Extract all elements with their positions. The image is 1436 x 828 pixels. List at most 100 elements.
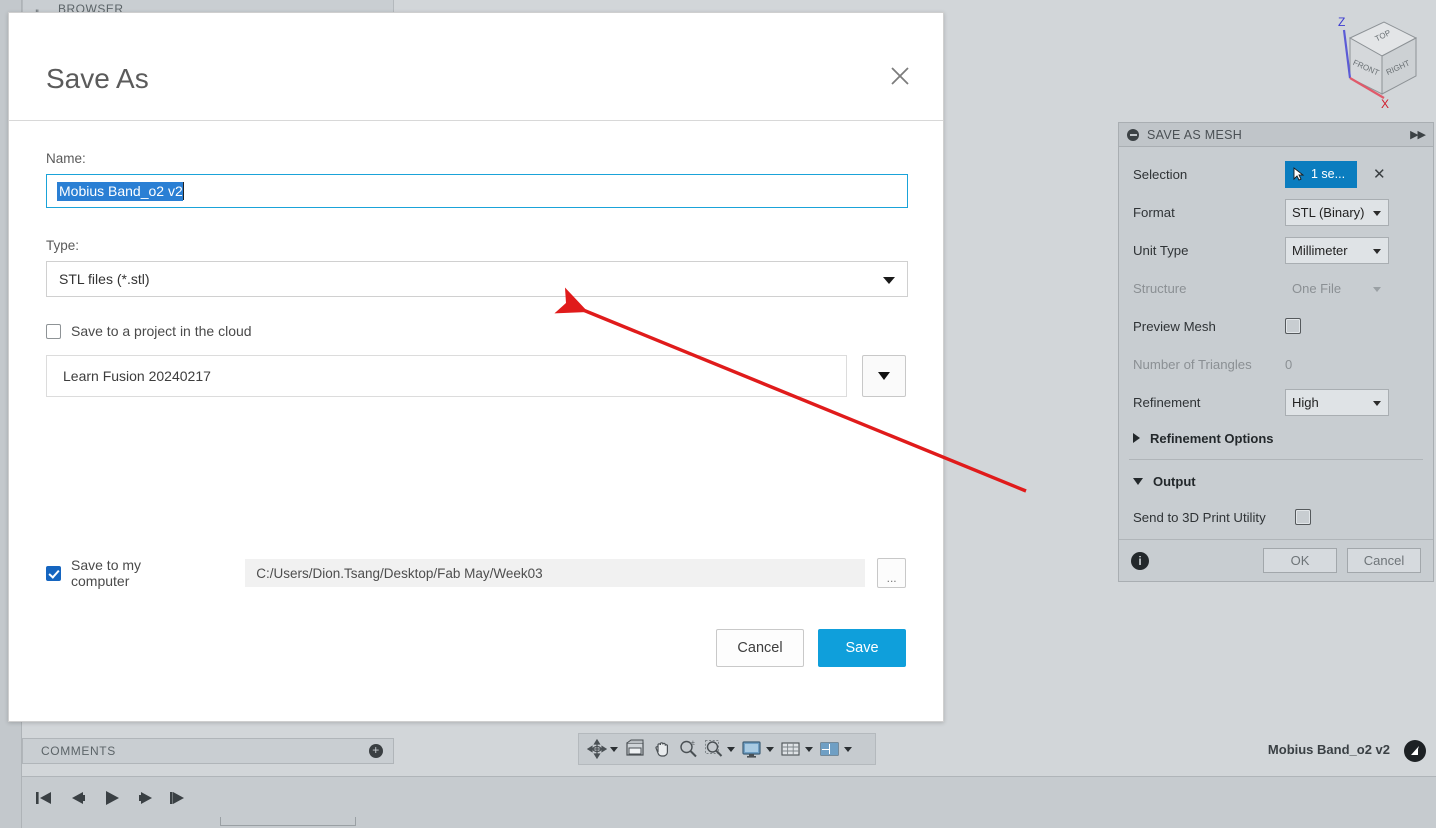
structure-select: One File [1285,275,1389,302]
mesh-row-preview-mesh: Preview Mesh [1119,307,1433,345]
step-back-icon[interactable] [68,789,88,812]
dialog-body: Name: Mobius Band_o2 v2 Type: STL files … [9,151,943,667]
mesh-ok-button[interactable]: OK [1263,548,1337,573]
chevron-down-icon [844,746,852,752]
mesh-row-unit-type: Unit Type Millimeter [1119,231,1433,269]
computer-save-checkbox[interactable] [46,565,61,581]
name-field-label: Name: [46,151,86,166]
project-field[interactable]: Learn Fusion 20240217 [46,355,848,397]
format-select[interactable]: STL (Binary) [1285,198,1389,226]
path-field[interactable]: C:/Users/Dion.Tsang/Desktop/Fab May/Week… [245,559,866,587]
refinement-options-section[interactable]: Refinement Options [1119,421,1433,455]
viewcube-axis-z: Z [1338,15,1345,29]
mesh-row-send-3d: Send to 3D Print Utility [1119,498,1433,536]
chevron-down-icon [1373,210,1381,216]
type-select-value: STL files (*.stl) [59,271,150,287]
play-icon[interactable] [102,789,122,812]
mesh-label-selection: Selection [1133,166,1188,182]
unit-type-select[interactable]: Millimeter [1285,236,1389,264]
add-comment-icon[interactable]: + [369,744,383,758]
chevron-down-icon [1373,248,1381,254]
dialog-actions: Cancel Save [46,629,906,667]
dialog-header: Save As [9,13,943,121]
step-forward-icon[interactable] [136,789,156,812]
mesh-label-format: Format [1133,204,1175,220]
structure-value: One File [1292,280,1342,296]
dialog-title: Save As [46,63,149,94]
clear-selection-icon[interactable]: ✕ [1373,165,1386,183]
unit-type-value: Millimeter [1292,242,1348,258]
navigation-toolbar: ± [578,733,876,765]
cloud-save-row[interactable]: Save to a project in the cloud [46,323,906,339]
zoom-window-icon[interactable] [702,739,737,759]
view-cube[interactable]: TOP FRONT RIGHT Z X [1316,8,1428,118]
viewport-layout-icon[interactable] [817,739,854,759]
comments-panel[interactable]: COMMENTS + [22,738,394,764]
save-as-mesh-panel: SAVE AS MESH ▶▶ Selection 1 se... ✕ Form… [1118,122,1434,582]
chevron-down-icon [1133,477,1143,485]
mesh-row-format: Format STL (Binary) [1119,193,1433,231]
look-at-icon[interactable] [622,739,648,759]
refinement-value: High [1292,394,1319,410]
go-to-end-icon[interactable] [170,789,190,812]
browse-folder-button[interactable]: ... [877,558,906,588]
send-3d-checkbox[interactable] [1295,509,1311,525]
project-row: Learn Fusion 20240217 [46,355,906,397]
computer-save-label: Save to my computer [71,557,142,589]
cancel-button[interactable]: Cancel [716,629,804,667]
mesh-panel-header[interactable]: SAVE AS MESH ▶▶ [1119,123,1433,147]
svg-text:±: ± [691,740,695,747]
name-input[interactable]: Mobius Band_o2 v2 [46,174,908,208]
mesh-label-structure: Structure [1133,280,1187,296]
chevron-down-icon [883,277,895,284]
mesh-cancel-button[interactable]: Cancel [1347,548,1421,573]
chevron-right-icon [1133,433,1140,443]
mesh-row-selection: Selection 1 se... ✕ [1119,155,1433,193]
chevron-down-icon [727,746,735,752]
comments-label: COMMENTS [41,744,116,758]
mesh-label-unit-type: Unit Type [1133,242,1189,258]
name-input-value: Mobius Band_o2 v2 [57,181,183,201]
path-value: C:/Users/Dion.Tsang/Desktop/Fab May/Week… [256,565,543,581]
close-icon[interactable] [883,59,917,93]
triangles-value: 0 [1285,356,1293,372]
type-select[interactable]: STL files (*.stl) [46,261,908,297]
feature-group-bracket [220,817,356,826]
save-as-dialog: Save As Name: Mobius Band_o2 v2 Type: ST… [8,12,944,722]
cloud-save-checkbox[interactable] [46,323,61,339]
zoom-icon[interactable]: ± [676,739,700,759]
timeline-controls [34,789,190,812]
display-settings-icon[interactable] [739,739,776,759]
type-field-label: Type: [46,238,80,253]
collapse-icon[interactable] [1127,128,1139,141]
save-button[interactable]: Save [818,629,906,667]
chevron-down-icon [1373,400,1381,406]
autodesk-badge-icon[interactable] [1404,740,1426,762]
refinement-options-label: Refinement Options [1150,430,1274,446]
timeline-bar [22,776,1436,828]
chevron-down-icon [805,746,813,752]
mesh-row-triangles: Number of Triangles 0 [1119,345,1433,383]
viewcube-axis-x: X [1381,97,1389,111]
fast-forward-icon[interactable]: ▶▶ [1410,128,1426,141]
mesh-panel-title: SAVE AS MESH [1147,127,1243,142]
mesh-label-triangles: Number of Triangles [1133,356,1252,372]
mesh-label-refinement: Refinement [1133,394,1201,410]
go-to-beginning-icon[interactable] [34,789,54,812]
project-dropdown-button[interactable] [862,355,906,397]
orbit-icon[interactable] [585,739,620,759]
chevron-down-icon [878,372,891,380]
refinement-select[interactable]: High [1285,388,1389,416]
selection-badge[interactable]: 1 se... [1285,160,1357,188]
grid-settings-icon[interactable] [778,739,815,759]
preview-mesh-checkbox[interactable] [1285,318,1301,334]
text-caret [182,182,184,200]
project-value: Learn Fusion 20240217 [63,368,211,384]
mesh-row-structure: Structure One File [1119,269,1433,307]
mesh-row-refinement: Refinement High [1119,383,1433,421]
pan-hand-icon[interactable] [650,739,674,759]
chevron-down-icon [766,746,774,752]
mesh-panel-body: Selection 1 se... ✕ Format STL (Binary) … [1119,147,1433,536]
output-section[interactable]: Output [1119,464,1433,498]
info-icon[interactable]: i [1131,551,1149,570]
